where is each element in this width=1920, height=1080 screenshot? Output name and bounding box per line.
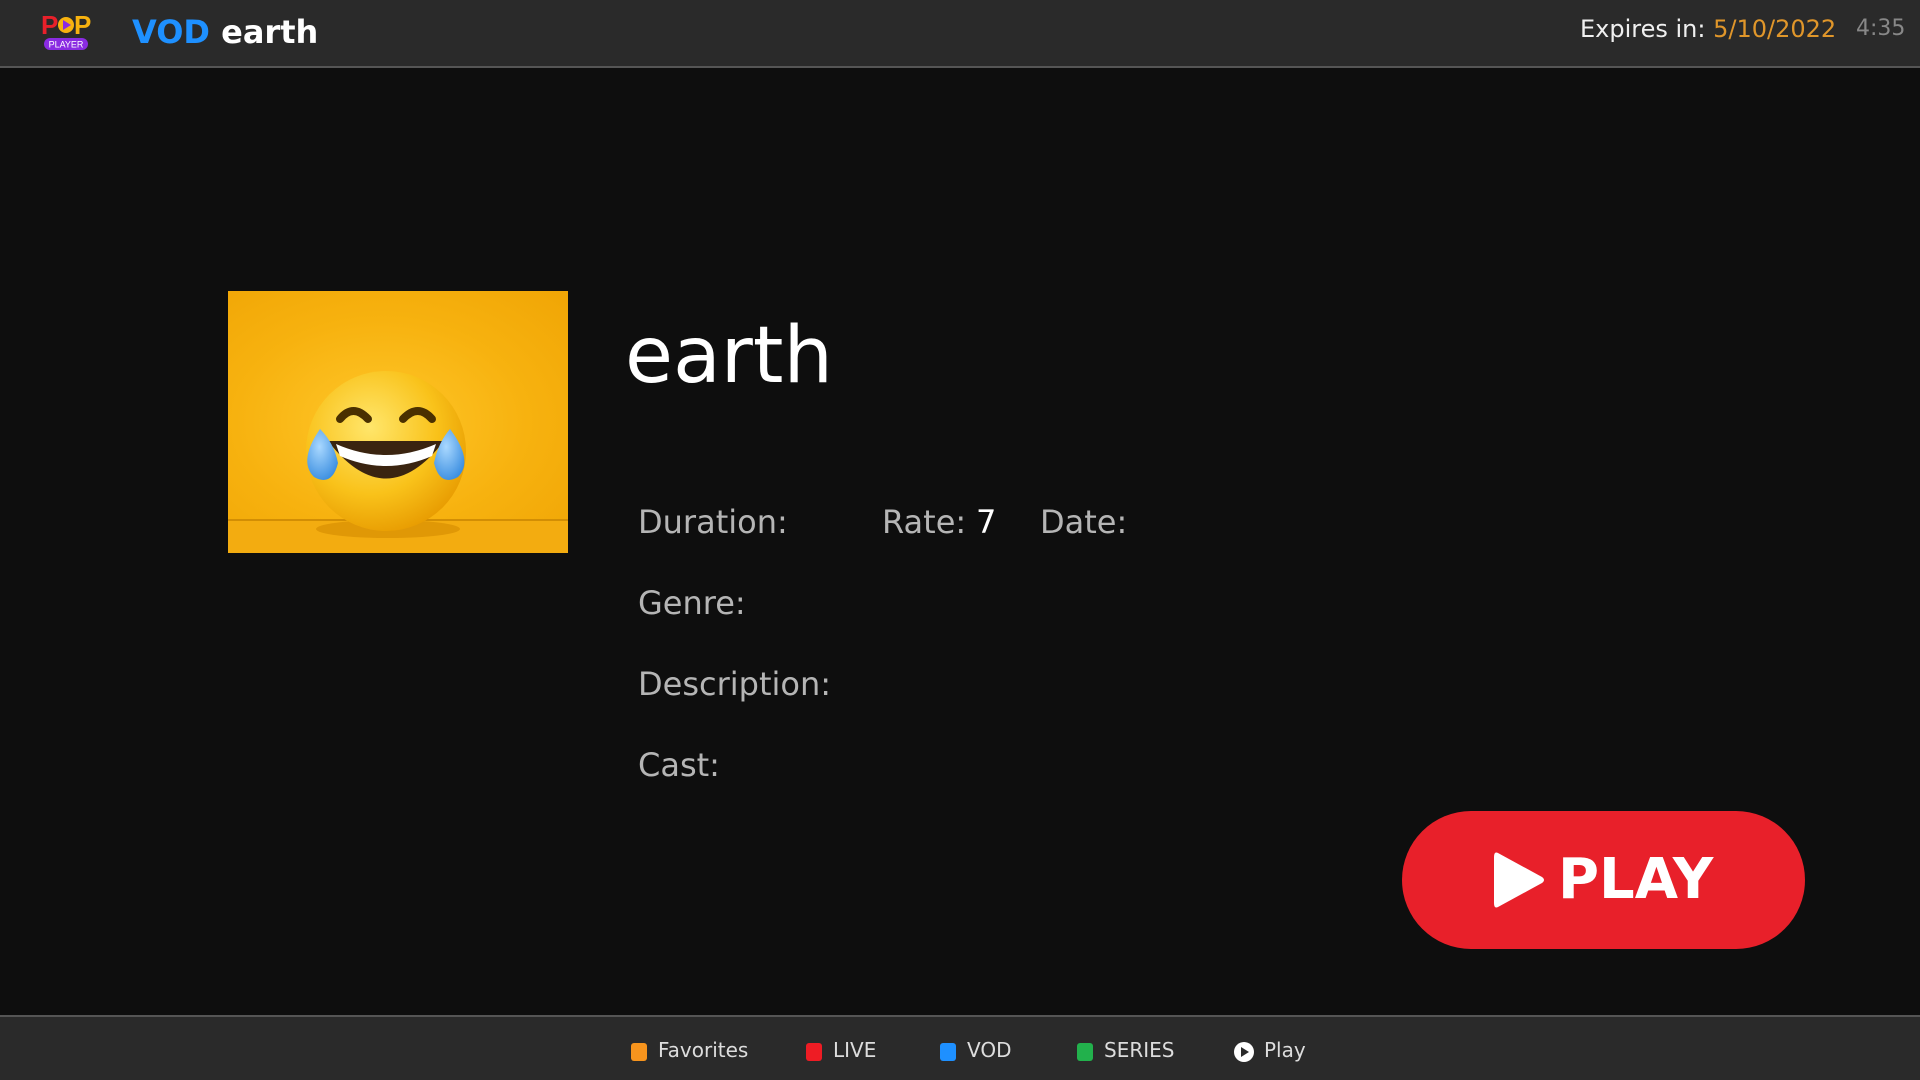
rate-value: 7	[976, 503, 997, 541]
legend-play-label: Play	[1264, 1038, 1306, 1062]
expires-label: Expires in:	[1580, 15, 1706, 43]
red-key-icon	[806, 1043, 822, 1061]
clock: 4:35	[1856, 16, 1906, 41]
play-circle-icon	[1234, 1042, 1254, 1062]
legend-favorites-label: Favorites	[658, 1038, 749, 1062]
rate-label: Rate:	[882, 503, 967, 541]
legend-vod-label: VOD	[967, 1038, 1012, 1062]
expiration-info: Expires in: 5/10/2022	[1580, 14, 1836, 44]
item-name: earth	[221, 13, 319, 51]
legend-live-label: LIVE	[833, 1038, 877, 1062]
description-label: Description:	[638, 665, 832, 703]
app-logo: P P PLAYER	[41, 10, 91, 50]
green-key-icon	[1077, 1043, 1093, 1061]
svg-text:P: P	[74, 10, 91, 40]
svg-text:PLAYER: PLAYER	[49, 40, 84, 50]
blue-key-icon	[940, 1043, 956, 1061]
legend-series-label: SERIES	[1104, 1038, 1175, 1062]
orange-key-icon	[631, 1043, 647, 1061]
expires-date: 5/10/2022	[1713, 15, 1837, 43]
bottom-bar: Favorites LIVE VOD SERIES Play	[0, 1015, 1920, 1080]
duration-label: Duration:	[638, 503, 788, 541]
play-button[interactable]: PLAY	[1402, 811, 1805, 949]
svg-text:P: P	[41, 10, 58, 40]
play-button-label: PLAY	[1558, 847, 1714, 912]
date-label: Date:	[1040, 503, 1128, 541]
cast-label: Cast:	[638, 746, 720, 784]
movie-title: earth	[625, 311, 833, 401]
genre-label: Genre:	[638, 584, 746, 622]
section-name: VOD	[132, 13, 210, 51]
page-title: VOD earth	[132, 12, 318, 52]
movie-poster	[228, 291, 568, 553]
top-bar: P P PLAYER VOD earth Expires in: 5/10/20…	[0, 0, 1920, 68]
laughing-emoji-icon	[228, 371, 568, 553]
play-icon	[1494, 852, 1544, 908]
